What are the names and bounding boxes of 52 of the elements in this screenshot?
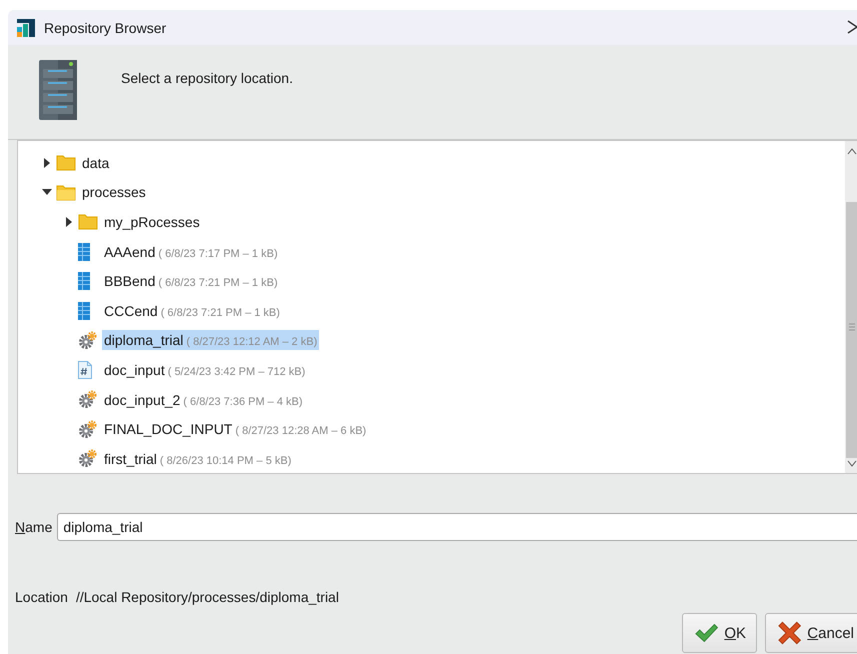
gear-icon bbox=[78, 390, 97, 410]
header-message: Select a repository location. bbox=[121, 70, 293, 86]
folder-icon bbox=[56, 184, 76, 201]
item-name: CCCend bbox=[104, 302, 158, 319]
data-table-icon bbox=[78, 272, 90, 290]
tree-item[interactable]: BBBend ( 6/8/23 7:21 PM – 1 kB) bbox=[102, 271, 280, 292]
app-logo-icon bbox=[17, 18, 35, 36]
tree-item[interactable]: first_trial ( 8/26/23 10:14 PM – 5 kB) bbox=[102, 448, 294, 469]
location-label: Location bbox=[15, 589, 68, 605]
data-table-icon bbox=[78, 242, 90, 261]
data-table-icon bbox=[78, 302, 90, 320]
name-field[interactable]: diploma_trial bbox=[57, 513, 857, 541]
tree-item[interactable]: doc_input ( 5/24/23 3:42 PM – 712 kB) bbox=[102, 360, 308, 380]
collapse-arrow-icon[interactable] bbox=[42, 189, 52, 196]
gear-icon bbox=[78, 449, 97, 468]
text-file-icon bbox=[78, 360, 92, 379]
checkmark-icon bbox=[695, 621, 718, 645]
item-details: ( 8/27/23 12:28 AM – 6 kB) bbox=[235, 425, 366, 438]
cancel-button[interactable]: Cancel bbox=[765, 613, 857, 653]
folder-icon bbox=[56, 154, 76, 172]
item-name: FINAL_DOC_INPUT bbox=[104, 421, 232, 438]
name-label: Name bbox=[15, 519, 52, 535]
server-icon bbox=[39, 60, 77, 120]
item-details: ( 6/8/23 7:21 PM – 1 kB) bbox=[158, 277, 278, 290]
folder-icon bbox=[78, 213, 98, 230]
window-title: Repository Browser bbox=[44, 20, 166, 36]
item-name: BBBend bbox=[104, 273, 156, 290]
item-details: ( 5/24/23 3:42 PM – 712 kB) bbox=[168, 366, 306, 378]
item-name: doc_input bbox=[104, 362, 165, 378]
scrollbar[interactable] bbox=[845, 141, 857, 473]
gear-icon bbox=[78, 420, 97, 439]
tree-item[interactable]: AAAend ( 6/8/23 7:17 PM – 1 kB) bbox=[102, 242, 280, 262]
item-details: ( 6/8/23 7:36 PM – 4 kB) bbox=[183, 396, 303, 408]
close-icon[interactable] bbox=[847, 20, 857, 34]
item-name: doc_input_2 bbox=[104, 392, 180, 408]
tree-item[interactable]: CCCend ( 6/8/23 7:21 PM – 1 kB) bbox=[102, 300, 282, 321]
item-details: ( 6/8/23 7:21 PM – 1 kB) bbox=[160, 306, 280, 319]
expand-arrow-icon[interactable] bbox=[66, 216, 72, 227]
ok-button[interactable]: OK bbox=[682, 613, 757, 653]
selected-tree-item[interactable]: diploma_trial ( 8/27/23 12:12 AM – 2 kB) bbox=[102, 330, 320, 350]
item-name: first_trial bbox=[104, 450, 157, 467]
item-details: ( 6/8/23 7:17 PM – 1 kB) bbox=[158, 248, 278, 260]
item-details: ( 8/26/23 10:14 PM – 5 kB) bbox=[160, 454, 292, 467]
cross-icon bbox=[778, 620, 802, 646]
item-name: AAAend bbox=[104, 244, 156, 260]
expand-arrow-icon[interactable] bbox=[44, 158, 50, 168]
item-details: ( 8/27/23 12:12 AM – 2 kB) bbox=[186, 336, 318, 348]
gear-icon bbox=[78, 330, 97, 350]
tree-item[interactable]: FINAL_DOC_INPUT ( 8/27/23 12:28 AM – 6 kB) bbox=[102, 419, 368, 440]
tree-item[interactable]: doc_input_2 ( 6/8/23 7:36 PM – 4 kB) bbox=[102, 390, 305, 410]
item-name: diploma_trial bbox=[104, 332, 184, 348]
location-path: //Local Repository/processes/diploma_trial bbox=[76, 589, 339, 605]
